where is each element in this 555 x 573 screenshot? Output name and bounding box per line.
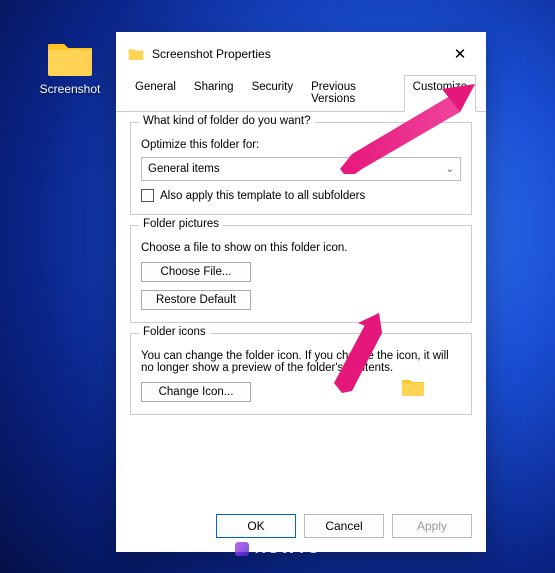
watermark: HOWTO: [234, 540, 320, 558]
chevron-down-icon: ⌄: [446, 164, 454, 175]
tab-content: What kind of folder do you want? Optimiz…: [116, 112, 486, 504]
tab-strip: General Sharing Security Previous Versio…: [116, 74, 486, 112]
group-legend: Folder pictures: [139, 218, 223, 230]
optimize-label: Optimize this folder for:: [141, 139, 461, 151]
tab-security[interactable]: Security: [243, 75, 303, 112]
folder-icon: [128, 47, 144, 61]
apply-button[interactable]: Apply: [392, 514, 472, 538]
tab-sharing[interactable]: Sharing: [185, 75, 243, 112]
desktop-folder-icon[interactable]: Screenshot: [38, 38, 102, 96]
tab-customize[interactable]: Customize: [404, 75, 476, 112]
group-folder-kind: What kind of folder do you want? Optimiz…: [130, 122, 472, 215]
window-title: Screenshot Properties: [152, 47, 438, 61]
watermark-logo-icon: [234, 542, 248, 556]
checkbox-icon: [141, 189, 154, 202]
group-folder-pictures: Folder pictures Choose a file to show on…: [130, 225, 472, 323]
change-icon-button[interactable]: Change Icon...: [141, 382, 251, 402]
dropdown-value: General items: [148, 163, 220, 175]
folder-icon: [46, 38, 94, 78]
tab-general[interactable]: General: [126, 75, 185, 112]
optimize-dropdown[interactable]: General items ⌄: [141, 157, 461, 181]
pictures-desc: Choose a file to show on this folder ico…: [141, 242, 461, 254]
group-legend: What kind of folder do you want?: [139, 115, 315, 127]
ok-button[interactable]: OK: [216, 514, 296, 538]
folder-preview-icon: [401, 377, 425, 400]
watermark-text: HOWTO: [254, 540, 320, 558]
checkbox-label: Also apply this template to all subfolde…: [160, 190, 365, 202]
group-folder-icons: Folder icons You can change the folder i…: [130, 333, 472, 415]
properties-window: Screenshot Properties ✕ General Sharing …: [116, 32, 486, 552]
apply-template-checkbox[interactable]: Also apply this template to all subfolde…: [141, 189, 461, 202]
restore-default-button[interactable]: Restore Default: [141, 290, 251, 310]
close-icon[interactable]: ✕: [446, 42, 474, 66]
tab-previous-versions[interactable]: Previous Versions: [302, 75, 404, 112]
desktop-folder-label: Screenshot: [38, 82, 102, 96]
cancel-button[interactable]: Cancel: [304, 514, 384, 538]
choose-file-button[interactable]: Choose File...: [141, 262, 251, 282]
titlebar: Screenshot Properties ✕: [116, 32, 486, 74]
group-legend: Folder icons: [139, 326, 210, 338]
icons-desc: You can change the folder icon. If you c…: [141, 350, 461, 374]
